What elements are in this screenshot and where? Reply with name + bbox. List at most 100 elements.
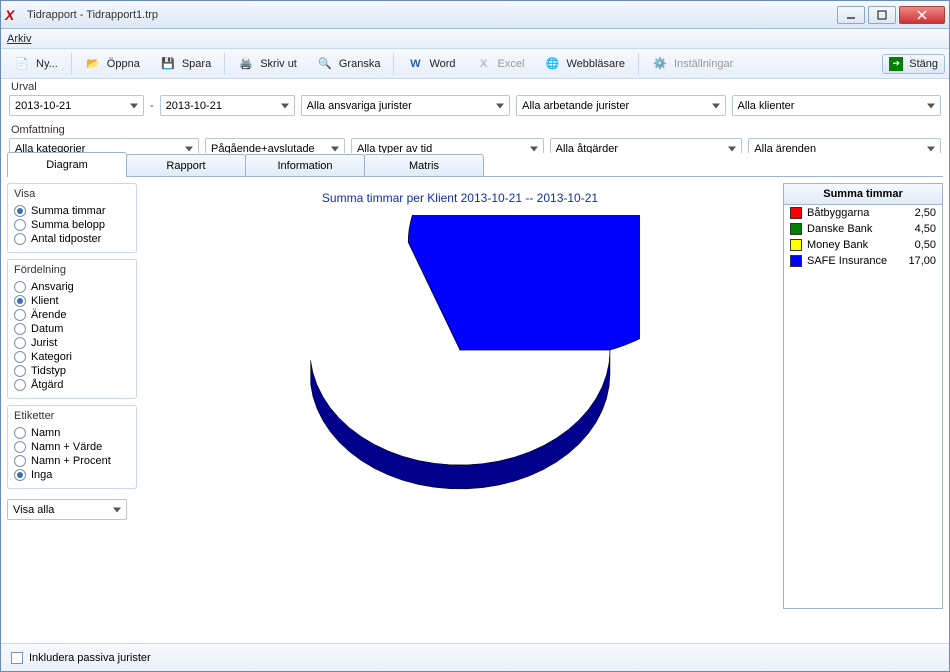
save-button[interactable]: 💾 Spara	[151, 52, 220, 76]
radio-label: Namn + Procent	[31, 455, 111, 467]
window-close-button[interactable]	[899, 6, 945, 24]
etiketter-group: Etiketter Namn Namn + Värde Namn + Proce…	[7, 405, 137, 489]
urval-label: Urval	[1, 79, 949, 93]
legend-header: Summa timmar	[784, 184, 942, 205]
save-label: Spara	[182, 58, 211, 70]
radio-namn-procent[interactable]: Namn + Procent	[14, 454, 130, 468]
pie-chart	[280, 215, 640, 505]
app-icon: X	[5, 7, 21, 23]
radio-kategori[interactable]: Kategori	[14, 350, 130, 364]
settings-button[interactable]: ⚙️Inställningar	[643, 52, 742, 76]
visa-group: Visa Summa timmar Summa belopp Antal tid…	[7, 183, 137, 253]
new-icon: 📄	[14, 56, 30, 72]
minimize-button[interactable]	[837, 6, 865, 24]
visa-alla-combo[interactable]: Visa alla	[7, 499, 127, 520]
radio-icon	[14, 469, 26, 481]
print-label: Skriv ut	[260, 58, 297, 70]
inkludera-checkbox[interactable]	[11, 652, 23, 664]
chart-area: Summa timmar per Klient 2013-10-21 -- 20…	[143, 183, 777, 609]
tab-information-label: Information	[277, 160, 332, 172]
klienter-combo[interactable]: Alla klienter	[732, 95, 941, 116]
tab-information[interactable]: Information	[245, 154, 365, 176]
inkludera-label: Inkludera passiva jurister	[29, 652, 151, 664]
print-button[interactable]: 🖨️Skriv ut	[229, 52, 306, 76]
fordelning-group: Fördelning Ansvarig Klient Ärende Datum …	[7, 259, 137, 399]
radio-label: Antal tidposter	[31, 233, 101, 245]
legend-swatch	[790, 207, 802, 219]
radio-icon	[14, 365, 26, 377]
fordelning-title: Fördelning	[14, 264, 130, 276]
legend-row: Money Bank 0,50	[784, 237, 942, 253]
radio-summa-belopp[interactable]: Summa belopp	[14, 218, 130, 232]
close-label: Stäng	[909, 58, 938, 70]
word-label: Word	[429, 58, 455, 70]
tab-rapport[interactable]: Rapport	[126, 154, 246, 176]
window-title: Tidrapport - Tidrapport1.trp	[27, 9, 837, 21]
tab-bar: Diagram Rapport Information Matris	[7, 153, 943, 177]
legend-label: Båtbyggarna	[807, 207, 869, 219]
menu-bar: Arkiv	[1, 29, 949, 49]
radio-inga[interactable]: Inga	[14, 468, 130, 482]
legend-body: Båtbyggarna 2,50 Danske Bank 4,50 Money …	[784, 205, 942, 269]
legend-label: Danske Bank	[807, 223, 872, 235]
maximize-button[interactable]	[868, 6, 896, 24]
radio-label: Namn + Värde	[31, 441, 102, 453]
tab-rapport-label: Rapport	[166, 160, 205, 172]
radio-atgard[interactable]: Åtgärd	[14, 378, 130, 392]
open-button[interactable]: 📂Öppna	[76, 52, 149, 76]
radio-icon	[14, 281, 26, 293]
word-icon: W	[407, 56, 423, 72]
toolbar: 📄Ny... 📂Öppna 💾 Spara 🖨️Skriv ut 🔍Granska…	[1, 49, 949, 79]
radio-label: Tidstyp	[31, 365, 66, 377]
globe-icon: 🌐	[544, 56, 560, 72]
radio-icon	[14, 309, 26, 321]
radio-label: Ansvarig	[31, 281, 74, 293]
date-from-value: 2013-10-21	[15, 100, 71, 112]
radio-icon	[14, 455, 26, 467]
radio-label: Summa timmar	[31, 205, 106, 217]
body-row: Visa Summa timmar Summa belopp Antal tid…	[7, 177, 943, 609]
tab-matris[interactable]: Matris	[364, 154, 484, 176]
close-button[interactable]: ➔Stäng	[882, 54, 945, 74]
radio-label: Jurist	[31, 337, 57, 349]
separator	[71, 53, 72, 75]
radio-icon	[14, 351, 26, 363]
excel-button[interactable]: XExcel	[467, 52, 534, 76]
radio-namn[interactable]: Namn	[14, 426, 130, 440]
preview-icon: 🔍	[317, 56, 333, 72]
tab-diagram[interactable]: Diagram	[7, 152, 127, 176]
word-button[interactable]: W Word	[398, 52, 464, 76]
radio-summa-timmar[interactable]: Summa timmar	[14, 204, 130, 218]
save-icon: 💾	[160, 56, 176, 72]
radio-label: Namn	[31, 427, 60, 439]
date-from-picker[interactable]: 2013-10-21	[9, 95, 144, 116]
legend-label: SAFE Insurance	[807, 255, 887, 267]
radio-namn-varde[interactable]: Namn + Värde	[14, 440, 130, 454]
legend-value: 4,50	[915, 223, 936, 235]
legend-value: 0,50	[915, 239, 936, 251]
browser-label: Webbläsare	[566, 58, 625, 70]
radio-ansvarig[interactable]: Ansvarig	[14, 280, 130, 294]
preview-button[interactable]: 🔍Granska	[308, 52, 390, 76]
visa-alla-value: Visa alla	[13, 504, 54, 516]
date-to-picker[interactable]: 2013-10-21	[160, 95, 295, 116]
date-separator: -	[150, 100, 154, 112]
ansvariga-combo[interactable]: Alla ansvariga jurister	[301, 95, 510, 116]
radio-antal-tidposter[interactable]: Antal tidposter	[14, 232, 130, 246]
radio-klient[interactable]: Klient	[14, 294, 130, 308]
radio-label: Kategori	[31, 351, 72, 363]
legend-value: 17,00	[908, 255, 936, 267]
new-button[interactable]: 📄Ny...	[5, 52, 67, 76]
arbetande-combo[interactable]: Alla arbetande jurister	[516, 95, 725, 116]
radio-datum[interactable]: Datum	[14, 322, 130, 336]
radio-arende[interactable]: Ärende	[14, 308, 130, 322]
radio-tidstyp[interactable]: Tidstyp	[14, 364, 130, 378]
urval-row: 2013-10-21 - 2013-10-21 Alla ansvariga j…	[1, 93, 949, 122]
menu-arkiv[interactable]: Arkiv	[7, 33, 31, 45]
separator	[638, 53, 639, 75]
radio-label: Åtgärd	[31, 379, 63, 391]
radio-jurist[interactable]: Jurist	[14, 336, 130, 350]
browser-button[interactable]: 🌐 Webbläsare	[535, 52, 634, 76]
legend-panel: Summa timmar Båtbyggarna 2,50 Danske Ban…	[783, 183, 943, 609]
radio-icon	[14, 441, 26, 453]
